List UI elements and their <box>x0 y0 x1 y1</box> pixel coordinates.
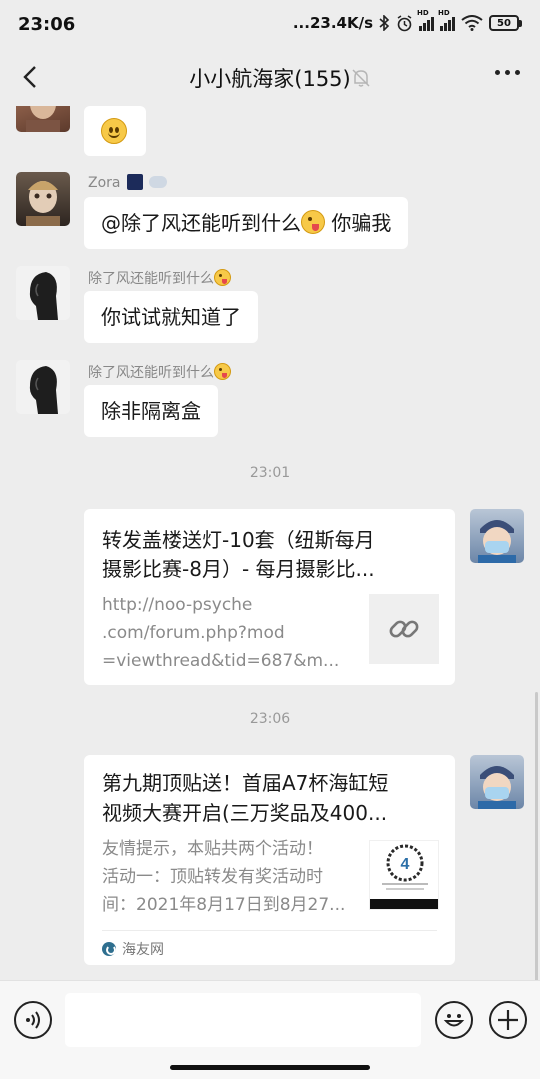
sender-name: Zora <box>88 174 168 191</box>
card-desc-line: 活动一：顶贴转发有奖活动时 <box>102 867 323 887</box>
message-bubble[interactable]: @除了风还能听到什么 你骗我 <box>84 197 409 249</box>
card-title-line: 视频大赛开启(三万奖品及400... <box>102 801 388 825</box>
message-bubble[interactable]: 除非隔离盒 <box>84 385 218 437</box>
tongue-emoji-icon <box>214 363 231 380</box>
plus-icon <box>498 1010 518 1030</box>
more-options-button[interactable] <box>495 70 520 75</box>
link-thumbnail <box>369 594 439 664</box>
signal-icon: HD <box>417 9 434 31</box>
sender-name: 除了风还能听到什么 <box>88 268 231 288</box>
chat-scrollbar[interactable] <box>535 692 538 980</box>
bluetooth-icon <box>379 15 390 31</box>
night-city-emoji-icon <box>126 174 143 190</box>
more-functions-button[interactable] <box>489 1001 527 1039</box>
message-bubble[interactable] <box>84 106 146 156</box>
chat-title: 小小航海家(155) <box>189 67 351 91</box>
alarm-icon <box>397 14 412 31</box>
avatar[interactable] <box>16 266 70 320</box>
avatar[interactable] <box>16 172 70 226</box>
source-logo-icon <box>102 942 116 956</box>
chat-messages: Zora @除了风还能听到什么 你骗我 除了风还能听到什么 你试试就知道了 除了… <box>0 106 540 980</box>
smile-emoji-icon <box>101 118 127 144</box>
message-timestamp: 23:06 <box>249 711 291 727</box>
battery-level: 50 <box>489 15 519 31</box>
own-avatar[interactable] <box>470 509 524 563</box>
message-input[interactable] <box>65 993 421 1047</box>
card-title-line: 摄影比赛-8月）- 每月摄影比... <box>102 557 375 581</box>
card-desc-line: 间：2021年8月17日到8月27... <box>102 895 346 915</box>
link-card[interactable]: 转发盖楼送灯-10套（纽斯每月 摄影比赛-8月）- 每月摄影比... http:… <box>84 509 455 685</box>
signal-icon-2: HD <box>438 9 455 31</box>
avatar[interactable] <box>16 106 70 132</box>
avatar[interactable] <box>16 360 70 414</box>
input-bar <box>0 980 540 1079</box>
card-desc-line: =viewthread&tid=687&m... <box>102 651 340 671</box>
link-icon <box>389 620 419 638</box>
title-bar: 小小航海家(155) <box>0 50 540 106</box>
card-desc-line: 友情提示，本贴共两个活动！ <box>102 839 323 859</box>
tongue-emoji-icon <box>214 269 231 286</box>
svg-text:4: 4 <box>401 856 410 873</box>
emoji-icon <box>443 1014 465 1027</box>
home-indicator[interactable] <box>170 1065 370 1070</box>
article-thumbnail: 4 <box>369 840 439 910</box>
card-desc-line: .com/forum.php?mod <box>102 623 285 643</box>
link-card[interactable]: 第九期顶贴送！首届A7杯海缸短 视频大赛开启(三万奖品及400... 友情提示，… <box>84 755 455 965</box>
wifi-icon <box>461 15 483 31</box>
card-title-line: 转发盖楼送灯-10套（纽斯每月 <box>102 528 375 552</box>
tongue-emoji-icon <box>301 210 325 234</box>
network-speed: ...23.4K/s <box>292 14 373 32</box>
source-name: 海友网 <box>122 942 164 958</box>
sender-name: 除了风还能听到什么 <box>88 362 231 382</box>
cloud-snow-emoji-icon <box>149 176 168 188</box>
status-time: 23:06 <box>18 14 76 35</box>
voice-input-button[interactable] <box>14 1001 52 1039</box>
card-title-line: 第九期顶贴送！首届A7杯海缸短 <box>102 771 389 795</box>
battery-icon: 50 <box>489 15 522 31</box>
status-bar: 23:06 ...23.4K/s HD HD 50 <box>0 0 540 50</box>
voice-icon <box>26 1011 40 1029</box>
message-bubble[interactable]: 你试试就知道了 <box>84 291 258 343</box>
emoji-button[interactable] <box>435 1001 473 1039</box>
own-avatar[interactable] <box>470 755 524 809</box>
card-desc-line: http://noo-psyche <box>102 595 253 615</box>
status-icons: ...23.4K/s HD HD 50 <box>292 9 522 32</box>
mute-notification-icon <box>350 67 372 89</box>
message-timestamp: 23:01 <box>249 465 291 481</box>
card-source: 海友网 <box>102 939 164 959</box>
